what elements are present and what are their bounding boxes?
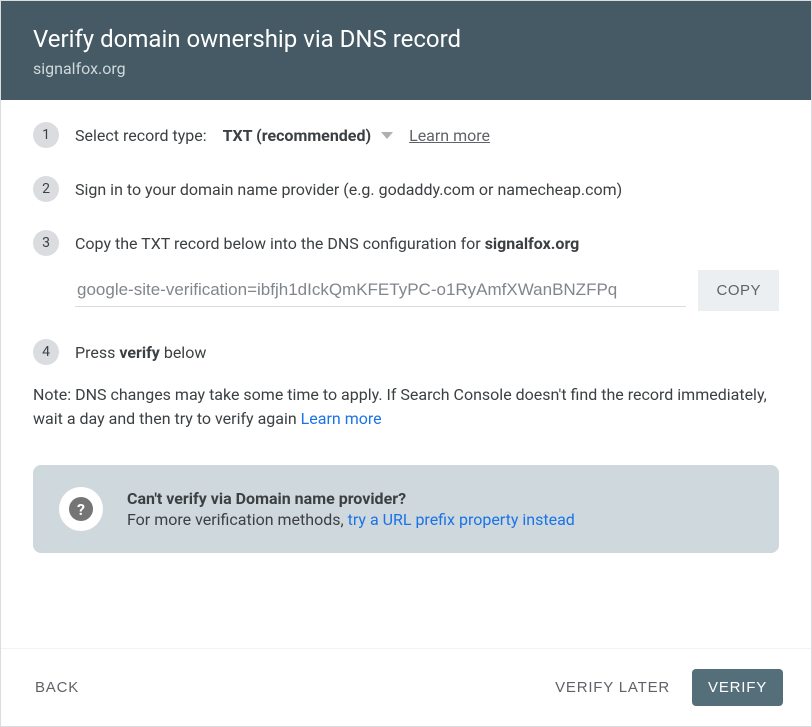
dialog-content: 1 Select record type: TXT (recommended) … [1, 100, 811, 648]
step-4: 4 Press verify below [33, 339, 779, 365]
step-3-text: Copy the TXT record below into the DNS c… [75, 234, 579, 253]
help-icon: ? [59, 487, 103, 531]
dialog-title: Verify domain ownership via DNS record [33, 25, 779, 53]
step-4-text: Press verify below [75, 343, 206, 362]
txt-record-row: COPY [75, 270, 779, 311]
back-button[interactable]: BACK [29, 671, 85, 704]
chevron-down-icon [381, 132, 393, 139]
record-type-value: TXT (recommended) [223, 126, 371, 145]
alternate-verification-box: ? Can't verify via Domain name provider?… [33, 465, 779, 553]
verify-domain-dialog: Verify domain ownership via DNS record s… [0, 0, 812, 727]
step-number-4: 4 [33, 339, 59, 365]
note-learn-more[interactable]: Learn more [301, 409, 382, 428]
step-2-text: Sign in to your domain name provider (e.… [75, 180, 622, 199]
txt-record-input[interactable] [75, 274, 686, 307]
record-type-dropdown[interactable]: TXT (recommended) [223, 126, 393, 145]
step-2: 2 Sign in to your domain name provider (… [33, 176, 779, 202]
step-number-2: 2 [33, 176, 59, 202]
step-1-label: Select record type: [75, 126, 207, 145]
verify-button[interactable]: VERIFY [692, 669, 783, 706]
url-prefix-link[interactable]: try a URL prefix property instead [348, 510, 575, 529]
copy-button[interactable]: COPY [698, 270, 779, 311]
verify-later-button[interactable]: VERIFY LATER [549, 671, 676, 704]
record-type-learn-more[interactable]: Learn more [409, 126, 490, 145]
alternate-title: Can't verify via Domain name provider? [127, 489, 575, 508]
dialog-header: Verify domain ownership via DNS record s… [1, 1, 811, 100]
step-3: 3 Copy the TXT record below into the DNS… [33, 230, 779, 256]
dialog-footer: BACK VERIFY LATER VERIFY [1, 648, 811, 726]
dns-note: Note: DNS changes may take some time to … [33, 383, 779, 431]
alternate-text: Can't verify via Domain name provider? F… [127, 489, 575, 529]
step-3-domain: signalfox.org [485, 234, 580, 253]
domain-subtitle: signalfox.org [33, 59, 779, 78]
step-1: 1 Select record type: TXT (recommended) … [33, 122, 779, 148]
step-number-1: 1 [33, 122, 59, 148]
step-number-3: 3 [33, 230, 59, 256]
